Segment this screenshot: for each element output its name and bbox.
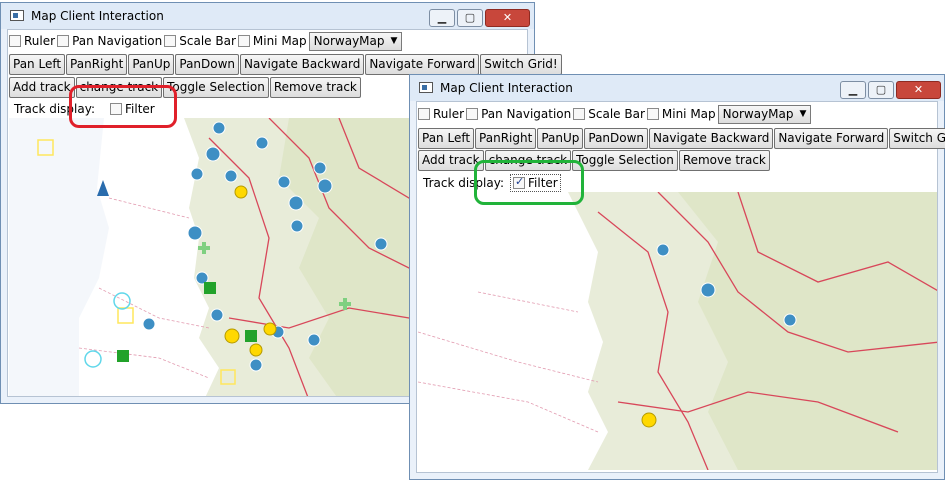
remove-track-button[interactable]: Remove track xyxy=(678,149,770,171)
pan-down-button[interactable]: PanDown xyxy=(175,53,240,75)
filter-highlight-green xyxy=(474,160,584,205)
scale-bar-checkbox[interactable]: Scale Bar xyxy=(164,34,236,48)
maximize-icon: ▢ xyxy=(464,11,476,24)
map-select[interactable]: NorwayMap ▼ xyxy=(308,31,403,51)
scale-bar-checkbox[interactable]: Scale Bar xyxy=(573,107,645,121)
close-button[interactable]: ✕ xyxy=(485,9,530,27)
minimize-icon: ▁ xyxy=(437,11,447,24)
minimize-button[interactable]: ▁ xyxy=(429,9,455,27)
toolbar-tracks: Add track change track Toggle Selection … xyxy=(418,149,771,171)
maximize-icon: ▢ xyxy=(875,83,887,96)
close-icon: ✕ xyxy=(913,83,924,96)
toolbar-options: Ruler Pan Navigation Scale Bar Mini Map … xyxy=(9,30,403,52)
title-bar[interactable]: Map Client Interaction ▁ ▢ ✕ xyxy=(410,75,944,101)
toolbar-navigation: Pan Left PanRight PanUp PanDown Navigate… xyxy=(9,53,563,75)
ruler-checkbox[interactable]: Ruler xyxy=(9,34,55,48)
pan-navigation-checkbox[interactable]: Pan Navigation xyxy=(57,34,162,48)
navigate-forward-button[interactable]: Navigate Forward xyxy=(365,53,480,75)
toggle-selection-button[interactable]: Toggle Selection xyxy=(163,76,269,98)
navigate-backward-button[interactable]: Navigate Backward xyxy=(649,127,774,149)
chevron-down-icon: ▼ xyxy=(390,36,398,46)
close-icon: ✕ xyxy=(502,11,513,24)
remove-track-button[interactable]: Remove track xyxy=(269,76,361,98)
pan-right-button[interactable]: PanRight xyxy=(475,127,537,149)
pan-up-button[interactable]: PanUp xyxy=(537,127,584,149)
pan-left-button[interactable]: Pan Left xyxy=(418,127,475,149)
map-view[interactable] xyxy=(418,192,937,472)
toolbar-options: Ruler Pan Navigation Scale Bar Mini Map … xyxy=(418,103,812,125)
ruler-checkbox[interactable]: Ruler xyxy=(418,107,464,121)
switch-grid-button[interactable]: Switch Grid! xyxy=(480,53,562,75)
client-area: Ruler Pan Navigation Scale Bar Mini Map … xyxy=(416,101,945,473)
toggle-selection-button[interactable]: Toggle Selection xyxy=(572,149,678,171)
window-title: Map Client Interaction xyxy=(440,81,573,95)
pan-up-button[interactable]: PanUp xyxy=(128,53,175,75)
maximize-button[interactable]: ▢ xyxy=(868,81,894,99)
close-button[interactable]: ✕ xyxy=(896,81,941,99)
map-canvas[interactable] xyxy=(418,192,937,471)
pan-left-button[interactable]: Pan Left xyxy=(9,53,66,75)
pan-down-button[interactable]: PanDown xyxy=(584,127,649,149)
switch-grid-button[interactable]: Switch Grid! xyxy=(889,127,945,149)
add-track-button[interactable]: Add track xyxy=(9,76,75,98)
pan-right-button[interactable]: PanRight xyxy=(66,53,128,75)
toolbar-tracks: Add track change track Toggle Selection … xyxy=(9,76,362,98)
maximize-button[interactable]: ▢ xyxy=(457,9,483,27)
toolbar-navigation: Pan Left PanRight PanUp PanDown Navigate… xyxy=(418,127,945,149)
map-select[interactable]: NorwayMap ▼ xyxy=(717,104,812,124)
title-bar[interactable]: Map Client Interaction ▁ ▢ ✕ xyxy=(1,3,534,29)
minimize-icon: ▁ xyxy=(848,83,858,96)
mini-map-checkbox[interactable]: Mini Map xyxy=(237,34,307,48)
navigate-backward-button[interactable]: Navigate Backward xyxy=(240,53,365,75)
pan-navigation-checkbox[interactable]: Pan Navigation xyxy=(466,107,571,121)
navigate-forward-button[interactable]: Navigate Forward xyxy=(774,127,889,149)
window-title: Map Client Interaction xyxy=(31,9,164,23)
mini-map-checkbox[interactable]: Mini Map xyxy=(646,107,716,121)
app-window-icon xyxy=(10,10,24,21)
app-window-icon xyxy=(419,82,433,93)
filter-highlight-red xyxy=(69,85,177,128)
right-window: Map Client Interaction ▁ ▢ ✕ Ruler Pan N… xyxy=(409,74,945,480)
minimize-button[interactable]: ▁ xyxy=(840,81,866,99)
chevron-down-icon: ▼ xyxy=(799,109,807,119)
